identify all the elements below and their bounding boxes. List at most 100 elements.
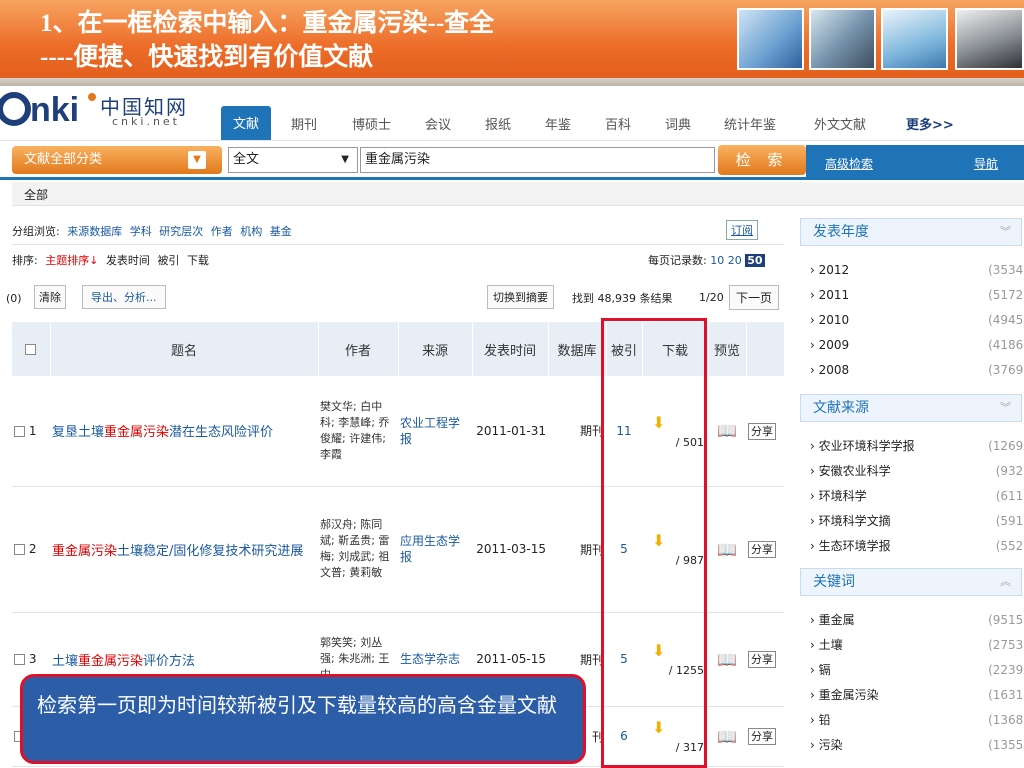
facet-sidebar: 发表年度 ︾ › 2012(3534) › 2011(5172) › 2010(4… — [800, 212, 1024, 768]
tab-yearbooks[interactable]: 年鉴 — [545, 114, 571, 133]
tab-more[interactable]: 更多>> — [906, 114, 954, 133]
year-facet-header[interactable]: 发表年度 ︾ — [800, 218, 1022, 246]
book-icon[interactable]: 📖 — [708, 612, 746, 707]
header-date[interactable]: 发表时间 — [472, 322, 549, 376]
book-icon[interactable]: 📖 — [708, 706, 746, 767]
sort-relevance[interactable]: 主题排序↓ — [45, 254, 98, 267]
sort-date[interactable]: 发表时间 — [106, 254, 150, 267]
field-select[interactable]: 全文 ▼ — [228, 147, 358, 173]
search-button[interactable]: 检 索 — [718, 145, 806, 175]
tab-foreign-literature[interactable]: 外文文献 — [814, 114, 866, 133]
header-database[interactable]: 数据库 — [548, 322, 607, 376]
year-item[interactable]: › 2011(5172) — [810, 287, 1024, 303]
sort-cited[interactable]: 被引 — [157, 254, 179, 267]
header-preview[interactable]: 预览 — [708, 322, 747, 376]
row-select[interactable]: 1 — [12, 376, 50, 487]
result-database: 期刊 — [548, 376, 606, 487]
select-all-checkbox[interactable] — [12, 322, 51, 376]
switch-abstract-button[interactable]: 切换到摘要 — [487, 285, 554, 309]
browse-row: 分组浏览: 来源数据库 学科 研究层次 作者 机构 基金 — [12, 223, 792, 239]
result-source[interactable]: 应用生态学报 — [398, 486, 472, 613]
browse-author[interactable]: 作者 — [211, 225, 233, 238]
browse-source-db[interactable]: 来源数据库 — [67, 225, 122, 238]
browse-institution[interactable]: 机构 — [240, 225, 262, 238]
keyword-facet-header[interactable]: 关键词 ︽ — [800, 568, 1022, 596]
year-item[interactable]: › 2009(4186) — [810, 337, 1024, 353]
tab-statistical-yearbook[interactable]: 统计年鉴 — [724, 114, 776, 133]
tab-journals[interactable]: 期刊 — [291, 114, 317, 133]
header-title[interactable]: 题名 — [50, 322, 319, 376]
navigation-link[interactable]: 导航 — [974, 155, 998, 172]
result-title[interactable]: 重金属污染土壤稳定/固化修复技术研究进展 — [50, 486, 318, 613]
result-source[interactable]: 农业工程学报 — [398, 376, 472, 487]
title-highlight: 重金属污染 — [78, 653, 144, 669]
share-button[interactable]: 分享 — [748, 422, 776, 440]
subscribe-button[interactable]: 订阅 — [726, 220, 758, 240]
tab-encyclopedia[interactable]: 百科 — [605, 114, 631, 133]
year-item[interactable]: › 2012(3534) — [810, 262, 1024, 278]
keyword-item[interactable]: › 铅(1368) — [810, 712, 1024, 728]
result-authors[interactable]: 郝汉舟; 陈同斌; 靳孟贵; 雷梅; 刘成武; 祖文普; 黄莉敏 — [318, 486, 398, 613]
year-item[interactable]: › 2010(4945) — [810, 312, 1024, 328]
collapse-icon[interactable]: ︾ — [1000, 219, 1011, 245]
source-item[interactable]: › 安徽农业科学(932) — [810, 463, 1024, 479]
scope-all[interactable]: 全部 — [24, 188, 48, 202]
keyword-item[interactable]: › 重金属(9515) — [810, 612, 1024, 628]
export-button[interactable]: 导出、分析... — [82, 285, 166, 309]
divider — [12, 244, 784, 245]
keyword-item[interactable]: › 镉(2239) — [810, 662, 1024, 678]
year-item[interactable]: › 2008(3769) — [810, 362, 1024, 378]
per-page-10[interactable]: 10 — [710, 254, 724, 267]
per-page-50[interactable]: 50 — [745, 254, 765, 267]
row-number: 2 — [28, 542, 37, 556]
book-icon[interactable]: 📖 — [708, 486, 746, 613]
tab-conferences[interactable]: 会议 — [425, 114, 451, 133]
header-source[interactable]: 来源 — [398, 322, 473, 376]
title-part: 潜在生态风险评价 — [169, 425, 274, 441]
year-facet-title: 发表年度 — [813, 224, 869, 240]
next-page-button[interactable]: 下一页 — [729, 285, 780, 310]
lab-glassware-image — [737, 8, 804, 70]
source-item[interactable]: › 农业环境科学学报(1269) — [810, 438, 1024, 454]
tab-theses[interactable]: 博硕士 — [352, 114, 391, 133]
tab-newspapers[interactable]: 报纸 — [485, 114, 511, 133]
dropdown-arrow-icon: ▼ — [341, 154, 349, 165]
browse-fund[interactable]: 基金 — [270, 225, 292, 238]
book-icon[interactable]: 📖 — [708, 376, 746, 487]
keyword-item[interactable]: › 污染(1355) — [810, 737, 1024, 753]
sort-downloads[interactable]: 下载 — [187, 254, 209, 267]
header-share — [746, 322, 785, 376]
search-input[interactable]: 重金属污染 — [360, 147, 715, 173]
keyword-facet-title: 关键词 — [813, 574, 855, 590]
share-button[interactable]: 分享 — [748, 541, 776, 558]
field-select-value: 全文 — [233, 152, 260, 167]
row-select[interactable]: 2 — [12, 486, 50, 613]
advanced-search-link[interactable]: 高级检索 — [825, 155, 873, 172]
source-item[interactable]: › 环境科学文摘(591) — [810, 513, 1024, 529]
slide-title-line1: 1、在一框检索中输入：重金属污染--查全 — [40, 10, 495, 37]
source-facet-header[interactable]: 文献来源 ︾ — [800, 394, 1022, 422]
share-button[interactable]: 分享 — [748, 651, 776, 668]
expand-icon[interactable]: ︽ — [1000, 569, 1011, 595]
chevron-down-icon[interactable]: ▼ — [188, 151, 206, 169]
result-date: 2011-03-15 — [472, 486, 548, 613]
source-item[interactable]: › 生态环境学报(552) — [810, 538, 1024, 554]
collapse-icon[interactable]: ︾ — [1000, 395, 1011, 421]
share-cell: 分享 — [746, 706, 784, 767]
browse-subject[interactable]: 学科 — [130, 225, 152, 238]
tab-dictionary[interactable]: 词典 — [665, 114, 691, 133]
keyword-item[interactable]: › 土壤(2753) — [810, 637, 1024, 653]
source-item[interactable]: › 环境科学(611) — [810, 488, 1024, 504]
browse-level[interactable]: 研究层次 — [159, 225, 203, 238]
tab-literature[interactable]: 文献 — [221, 106, 271, 140]
header-author[interactable]: 作者 — [318, 322, 399, 376]
result-title[interactable]: 复垦土壤重金属污染潜在生态风险评价 — [50, 376, 318, 487]
share-button[interactable]: 分享 — [748, 728, 776, 745]
title-highlight: 重金属污染 — [104, 425, 170, 441]
per-page-20[interactable]: 20 — [728, 254, 742, 267]
clear-button[interactable]: 清除 — [34, 285, 66, 309]
title-part: 复垦土壤 — [52, 425, 105, 441]
keyword-item[interactable]: › 重金属污染(1631) — [810, 687, 1024, 703]
result-authors[interactable]: 樊文华; 白中科; 李慧峰; 乔俊耀; 许建伟; 李霞 — [318, 376, 398, 487]
cnki-url-text: cnki.net — [112, 115, 180, 128]
